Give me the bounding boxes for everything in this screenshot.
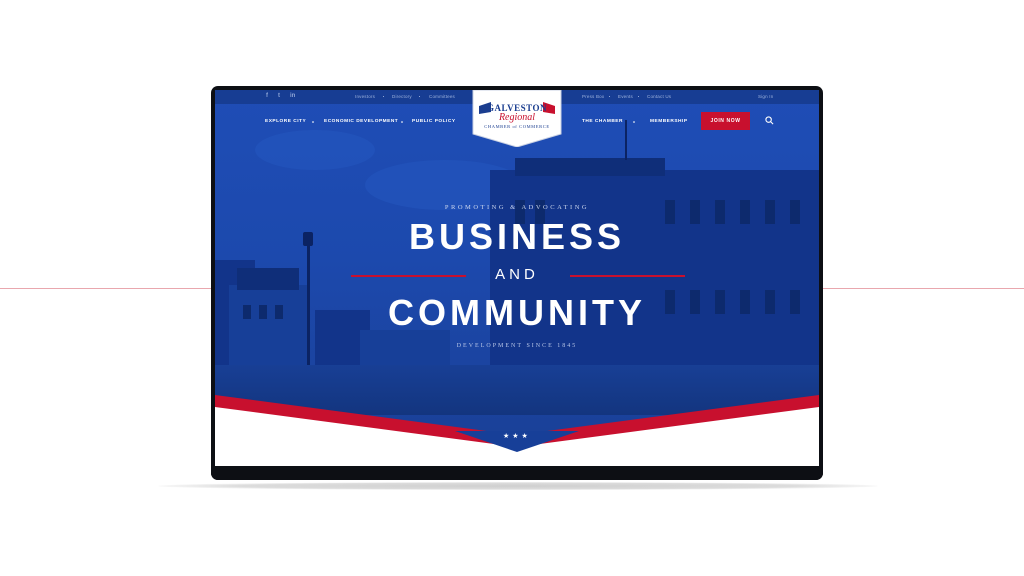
nav-separator <box>401 121 403 123</box>
linkedin-icon[interactable]: in <box>290 93 295 99</box>
toplink-investors[interactable]: Investors <box>355 94 375 99</box>
device-shadow <box>158 482 878 490</box>
hero-and: AND <box>495 266 539 283</box>
nav-public-policy[interactable]: PUBLIC POLICY <box>412 119 456 124</box>
website-screen: f t in Investors Directory Committees Pr… <box>215 90 819 466</box>
nav-economic-development[interactable]: ECONOMIC DEVELOPMENT <box>324 119 398 124</box>
toplink-committees[interactable]: Committees <box>429 94 455 99</box>
nav-separator <box>312 121 314 123</box>
decorative-line-right <box>823 288 1024 289</box>
decorative-line-left <box>0 288 213 289</box>
toplink-contact-us[interactable]: Contact Us <box>647 94 671 99</box>
sign-in-link[interactable]: Sign In <box>758 94 773 99</box>
hero-divider-right <box>570 275 685 277</box>
nav-separator <box>633 121 635 123</box>
hero-title-business: BUSINESS <box>408 216 626 257</box>
site-logo-badge[interactable]: GALVESTON Regional CHAMBER of COMMERCE <box>471 90 563 147</box>
flag-pole <box>625 120 627 160</box>
hero-since: DEVELOPMENT SINCE 1845 <box>456 343 578 349</box>
nav-membership[interactable]: MEMBERSHIP <box>650 119 688 124</box>
toplink-press-box[interactable]: Press Box <box>582 94 604 99</box>
separator <box>383 96 384 97</box>
page: f t in Investors Directory Committees Pr… <box>0 0 1024 576</box>
cloud <box>255 130 375 170</box>
toplink-events[interactable]: Events <box>618 94 633 99</box>
facebook-icon[interactable]: f <box>266 93 268 99</box>
hero-kicker: PROMOTING & ADVOCATING <box>444 204 590 211</box>
hero-chevron-band <box>215 395 819 466</box>
toplink-directory[interactable]: Directory <box>392 94 412 99</box>
logo-chamber-of-commerce: CHAMBER of COMMERCE <box>484 124 550 129</box>
join-now-button[interactable]: JOIN NOW <box>701 112 750 130</box>
stars-ornament: ★★★ <box>503 433 531 440</box>
nav-the-chamber[interactable]: THE CHAMBER <box>582 119 623 124</box>
separator <box>638 96 639 97</box>
separator <box>609 96 610 97</box>
device-bezel-bottom <box>211 466 823 480</box>
search-icon[interactable] <box>765 116 774 125</box>
hero-title-community: COMMUNITY <box>388 292 646 333</box>
twitter-icon[interactable]: t <box>278 93 280 99</box>
device-frame: f t in Investors Directory Committees Pr… <box>211 86 823 480</box>
separator <box>419 96 420 97</box>
nav-explore-city[interactable]: EXPLORE CITY <box>265 119 306 124</box>
building-cornice <box>515 158 665 176</box>
logo-regional: Regional <box>498 112 536 123</box>
